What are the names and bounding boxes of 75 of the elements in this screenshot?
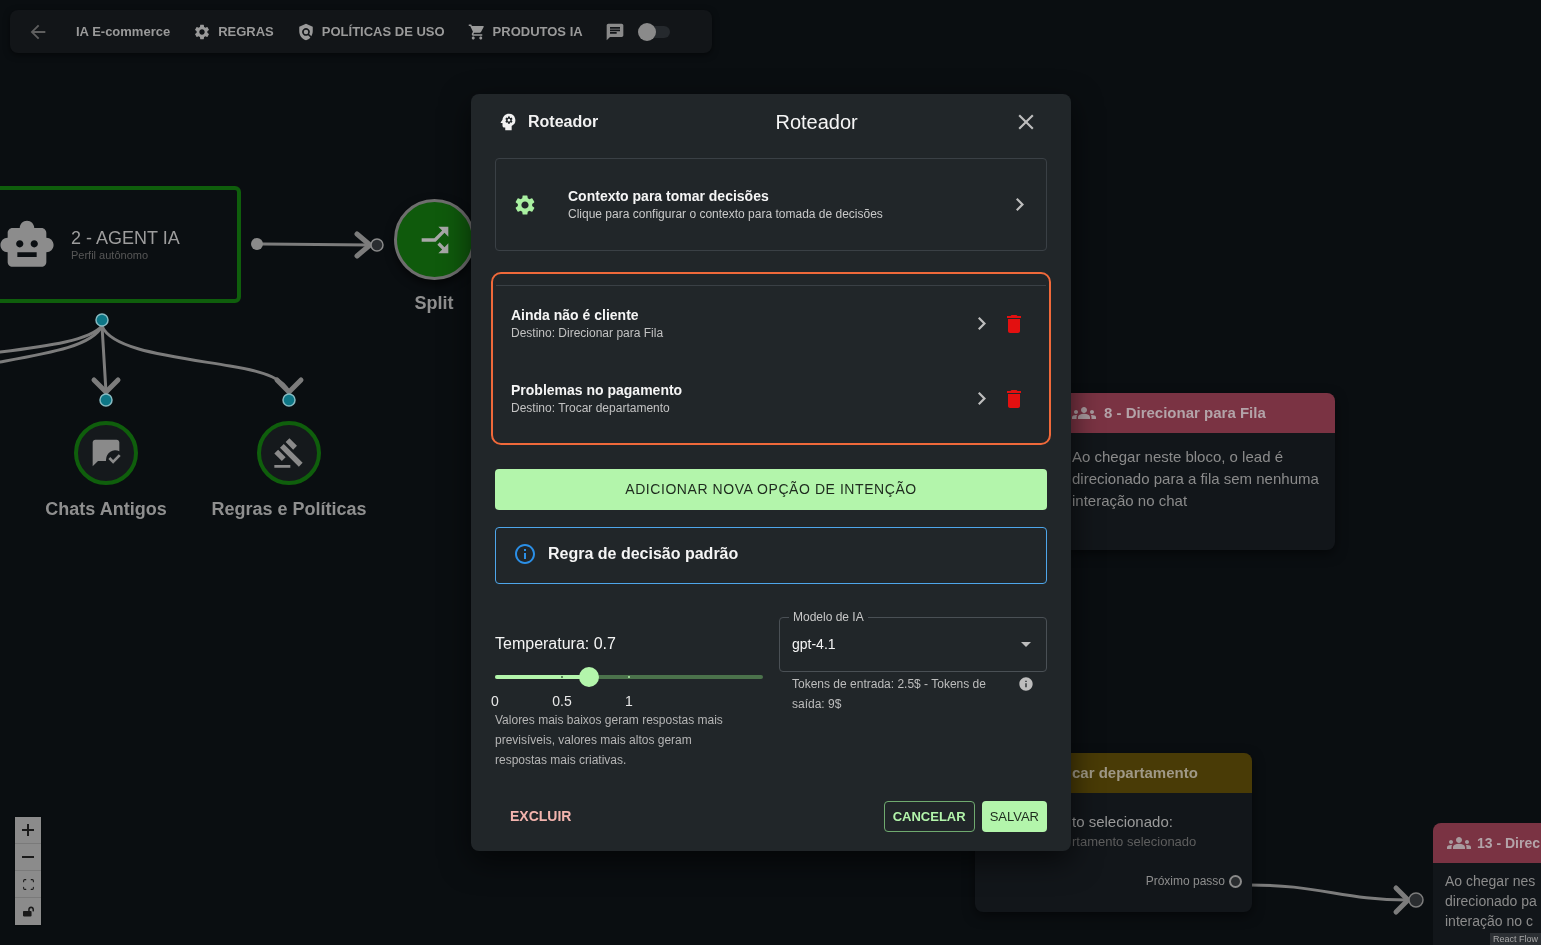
temperature-slider[interactable]	[495, 667, 763, 687]
toggle-switch[interactable]	[637, 21, 672, 42]
node-label: Regras e Políticas	[210, 498, 368, 521]
handle-icon[interactable]	[1408, 892, 1424, 908]
agent-node[interactable]: 2 - AGENT IA Perfil autônomo	[0, 186, 241, 303]
intent-item[interactable]: Problemas no pagamento Destino: Trocar departamento	[496, 361, 1046, 436]
caret-icon	[1021, 641, 1031, 647]
zoom-out-button[interactable]	[15, 844, 41, 871]
cart-icon	[467, 22, 486, 41]
chat-icon	[604, 21, 625, 42]
node-title: 2 - AGENT IA	[71, 227, 180, 249]
field-label: Modelo de IA	[792, 610, 865, 624]
shield-icon	[296, 22, 315, 41]
chevron-right-icon[interactable]	[978, 392, 986, 405]
card-title: 13 - Direc	[1477, 833, 1541, 853]
slider-thumb[interactable]	[578, 667, 599, 687]
toolbar-tab[interactable]: POLÍTICAS DE USO	[296, 21, 445, 42]
output-label: Próximo passo	[1145, 873, 1225, 889]
temperature-label: Temperatura: 0.7	[495, 634, 617, 654]
card-subtext: rtamento selecionado	[1072, 833, 1198, 851]
save-button[interactable]: SALVAR	[981, 801, 1047, 832]
handle-icon[interactable]	[370, 238, 384, 252]
dialog-label: Roteador	[528, 112, 599, 132]
chevron-right-icon	[1016, 198, 1024, 211]
plus-icon	[22, 824, 34, 836]
fit-view-button[interactable]	[15, 871, 41, 898]
slider-mark-label: 0.5	[552, 693, 572, 709]
default-rule-title: Regra de decisão padrão	[548, 543, 739, 564]
card-title: 8 - Direcionar para Fila	[1104, 402, 1266, 423]
chevron-right-icon[interactable]	[978, 317, 986, 330]
toolbar-tab[interactable]: PRODUTOS IA	[467, 21, 583, 42]
intent-title: Problemas no pagamento	[511, 380, 683, 400]
intent-title: Ainda não é cliente	[511, 305, 640, 325]
handle-icon[interactable]	[282, 393, 296, 407]
toolbar-tab[interactable]: REGRAS	[193, 21, 274, 42]
settings-icon	[193, 22, 212, 41]
intent-destination: Destino: Direcionar para Fila	[511, 324, 664, 342]
node-label: Split	[413, 292, 455, 314]
add-intent-button[interactable]: ADICIONAR NOVA OPÇÃO DE INTENÇÃO	[495, 469, 1047, 510]
toolbar-title: IA E-commerce	[76, 22, 171, 41]
attribution-link[interactable]: React Flow	[1490, 933, 1541, 945]
intent-destination: Destino: Trocar departamento	[511, 399, 671, 417]
context-title: Contexto para tomar decisões	[568, 186, 770, 206]
minus-icon	[22, 856, 34, 858]
handle-icon[interactable]	[99, 393, 113, 407]
slider-mark-label: 0	[491, 693, 499, 709]
unlocked-padlock-icon	[22, 906, 34, 917]
chat-button[interactable]	[604, 21, 625, 42]
token-price-note: Tokens de entrada: 2.5$ - Tokens de saída: 9$	[792, 676, 987, 713]
fit-view-icon	[21, 877, 35, 891]
settings-icon	[513, 192, 537, 217]
card-description: Ao chegar nes direcionado pa interação no c	[1444, 872, 1538, 931]
card-description: Ao chegar neste bloco, o lead é direcionado para a fila sem nenhuma interação no chat	[1071, 447, 1320, 511]
handle-icon[interactable]	[1229, 874, 1242, 888]
info-icon[interactable]	[1018, 676, 1034, 692]
context-subtitle: Clique para configurar o contexto para tomada de decisões	[568, 205, 883, 223]
node-subtitle: Perfil autônomo	[71, 249, 150, 262]
model-select[interactable]: Modelo de IA gpt-4.1	[779, 610, 1047, 672]
slider-mark-label: 1	[625, 693, 633, 709]
select-value: gpt-4.1	[792, 634, 836, 654]
gavel-icon	[273, 437, 305, 469]
node-label: Chats Antigos	[44, 498, 168, 521]
info-icon	[513, 541, 537, 566]
handle-icon[interactable]	[251, 238, 263, 250]
card-title: car departamento	[1072, 762, 1198, 783]
intent-item[interactable]: Ainda não é cliente Destino: Direcionar para Fila	[496, 286, 1046, 361]
zoom-in-button[interactable]	[15, 817, 41, 844]
card-text: to selecionado:	[1072, 812, 1174, 832]
cancel-button[interactable]: CANCELAR	[883, 801, 975, 832]
context-card[interactable]: Contexto para tomar decisões Clique para configurar o contexto para tomada de decisões	[495, 158, 1047, 251]
temperature-help: Valores mais baixos geram respostas mais previsíveis, valores mais altos geram respostas mais criativas.	[495, 712, 724, 769]
delete-text-button[interactable]: EXCLUIR	[502, 801, 580, 832]
dialog-title: Roteador	[775, 110, 858, 135]
lock-button[interactable]	[15, 898, 41, 925]
handle-icon[interactable]	[95, 313, 109, 327]
